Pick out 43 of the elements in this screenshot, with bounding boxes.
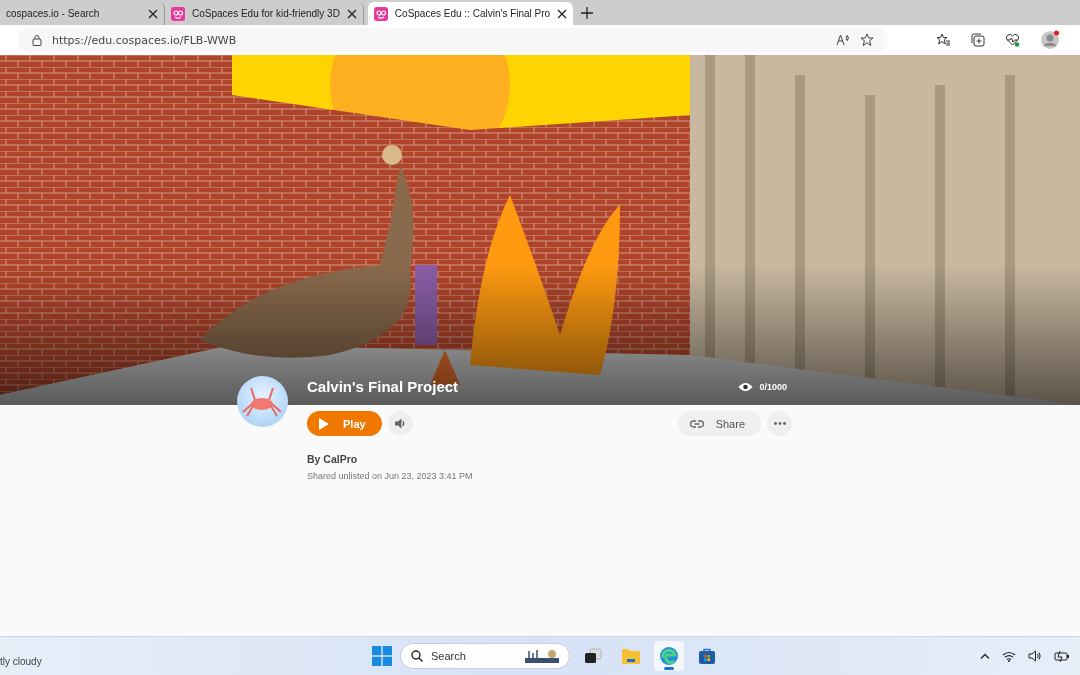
- link-icon: [689, 419, 704, 428]
- author-text: By CalPro: [307, 453, 359, 465]
- landscape-widget-icon[interactable]: [525, 648, 559, 664]
- weather-text: tly cloudy: [0, 655, 42, 667]
- start-windows-icon[interactable]: [372, 646, 392, 666]
- address-field[interactable]: https://edu.cospaces.io/FLB-WWB: [18, 28, 888, 52]
- store-bag-icon[interactable]: [698, 647, 716, 665]
- close-icon[interactable]: [346, 8, 357, 19]
- tab-title: CoSpaces Edu for kid-friendly 3D: [192, 8, 340, 19]
- url-text: https://edu.cospaces.io/FLB-WWB: [52, 33, 237, 47]
- smiley-logo-icon: [373, 6, 388, 21]
- speaker-icon[interactable]: [1028, 650, 1042, 662]
- share-button[interactable]: Share: [677, 411, 761, 436]
- star-icon[interactable]: [860, 33, 874, 47]
- browser-tab[interactable]: CoSpaces Edu :: Calvin's Final Pro: [367, 2, 574, 25]
- battery-icon[interactable]: [1054, 650, 1070, 662]
- wifi-icon[interactable]: [1002, 650, 1016, 662]
- close-icon[interactable]: [557, 8, 568, 19]
- collections-icon[interactable]: [971, 33, 985, 47]
- lock-icon: [32, 34, 42, 46]
- search-placeholder: Search: [431, 650, 466, 662]
- project-title: Calvin's Final Project: [307, 378, 459, 395]
- more-button[interactable]: [767, 411, 792, 436]
- folder-icon[interactable]: [621, 647, 641, 665]
- eye-icon: [738, 381, 754, 392]
- task-view-icon[interactable]: [584, 648, 602, 664]
- view-count: 0/1000: [759, 381, 787, 392]
- more-icon: [773, 422, 786, 425]
- taskbar-search-field[interactable]: Search: [400, 643, 570, 669]
- heart-pulse-icon[interactable]: [1005, 33, 1020, 47]
- shared-date-text: Shared unlisted on Jun 23, 2023 3:41 PM: [307, 471, 474, 481]
- search-icon: [411, 650, 423, 662]
- smiley-logo-icon: [171, 6, 185, 21]
- read-aloud-icon[interactable]: [836, 34, 850, 46]
- play-icon: [319, 417, 329, 430]
- tab-title: cospaces.io - Search: [6, 8, 101, 19]
- sound-button[interactable]: [387, 411, 413, 436]
- tab-title: CoSpaces Edu :: Calvin's Final Pro: [394, 8, 551, 19]
- close-icon[interactable]: [148, 8, 158, 19]
- speaker-icon: [394, 418, 407, 429]
- caret-up-icon[interactable]: [980, 653, 990, 659]
- profile-avatar-icon[interactable]: [1040, 30, 1060, 50]
- favorites-icon[interactable]: [936, 33, 951, 47]
